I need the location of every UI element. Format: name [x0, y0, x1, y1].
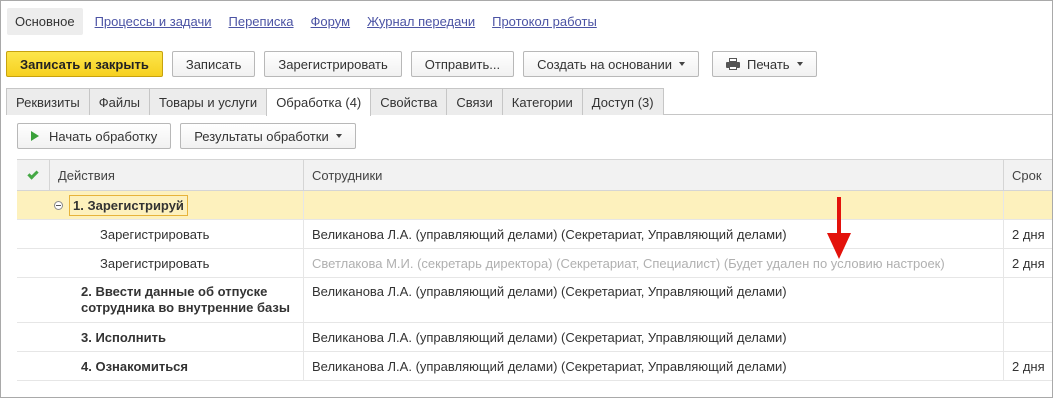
command-bar: Записать и закрыть Записать Зарегистриро…	[6, 51, 826, 77]
form-navigation: Основное Процессы и задачи Переписка Фор…	[7, 5, 614, 37]
employee-cell: Светлакова М.И. (секретарь директора) (С…	[304, 249, 1004, 277]
collapse-icon[interactable]	[54, 200, 63, 210]
start-processing-label: Начать обработку	[49, 128, 158, 144]
processing-toolbar: Начать обработку Результаты обработки	[17, 123, 365, 149]
action-cell: 4. Ознакомиться	[50, 352, 304, 380]
print-button[interactable]: Печать	[711, 51, 817, 77]
action-cell: Зарегистрировать	[50, 220, 304, 248]
processing-table: Действия Сотрудники Срок 1. Зарегистриру…	[17, 159, 1052, 381]
table-row[interactable]: Зарегистрировать Великанова Л.А. (управл…	[17, 220, 1052, 249]
chevron-down-icon	[335, 134, 342, 138]
employee-cell: Великанова Л.А. (управляющий делами) (Се…	[304, 278, 1004, 322]
tab-goods-services[interactable]: Товары и услуги	[149, 88, 268, 115]
tab-requisites[interactable]: Реквизиты	[6, 88, 90, 115]
start-processing-button[interactable]: Начать обработку	[17, 123, 172, 149]
action-cell: 1. Зарегистрируй	[69, 194, 188, 216]
arrow-down-icon	[827, 197, 851, 259]
table-row[interactable]: 4. Ознакомиться Великанова Л.А. (управля…	[17, 352, 1052, 381]
register-button[interactable]: Зарегистрировать	[264, 51, 402, 77]
chevron-down-icon	[678, 62, 685, 66]
tab-bar: Реквизиты Файлы Товары и услуги Обработк…	[6, 88, 664, 116]
processing-results-button[interactable]: Результаты обработки	[180, 123, 356, 149]
table-header: Действия Сотрудники Срок	[17, 159, 1052, 191]
tab-files[interactable]: Файлы	[88, 88, 151, 115]
deadline-cell: 2 дня	[1012, 358, 1045, 374]
deadline-cell	[1004, 278, 1052, 322]
deadline-cell	[1004, 323, 1052, 351]
nav-forum[interactable]: Форум	[311, 14, 351, 29]
header-deadline[interactable]: Срок	[1004, 160, 1052, 190]
play-icon	[31, 131, 39, 141]
tab-links[interactable]: Связи	[446, 88, 503, 115]
tab-categories[interactable]: Категории	[501, 88, 583, 115]
checkmark-icon	[27, 167, 39, 180]
chevron-down-icon	[796, 62, 803, 66]
tab-properties[interactable]: Свойства	[370, 88, 448, 115]
employee-cell	[304, 191, 1004, 219]
nav-processes[interactable]: Процессы и задачи	[95, 14, 212, 29]
nav-transfer-log[interactable]: Журнал передачи	[367, 14, 475, 29]
employee-cell: Великанова Л.А. (управляющий делами) (Се…	[304, 220, 1004, 248]
deadline-cell: 2 дня	[1012, 226, 1045, 242]
table-row[interactable]: 2. Ввести данные об отпуске сотрудника в…	[17, 278, 1052, 323]
nav-correspondence[interactable]: Переписка	[229, 14, 294, 29]
create-based-on-button[interactable]: Создать на основании	[523, 51, 699, 77]
action-cell: Зарегистрировать	[50, 249, 304, 277]
header-employees[interactable]: Сотрудники	[304, 160, 1004, 190]
header-check-column[interactable]	[17, 160, 50, 190]
send-button[interactable]: Отправить...	[410, 51, 515, 77]
deadline-cell: 2 дня	[1012, 255, 1045, 271]
table-row[interactable]: 3. Исполнить Великанова Л.А. (управляющи…	[17, 323, 1052, 352]
tab-processing[interactable]: Обработка (4)	[266, 88, 372, 116]
employee-cell: Великанова Л.А. (управляющий делами) (Се…	[304, 352, 1004, 380]
employee-cell: Великанова Л.А. (управляющий делами) (Се…	[304, 323, 1004, 351]
action-cell: 2. Ввести данные об отпуске сотрудника в…	[50, 278, 304, 322]
table-row[interactable]: Зарегистрировать Светлакова М.И. (секрет…	[17, 249, 1052, 278]
nav-work-log[interactable]: Протокол работы	[492, 14, 597, 29]
deadline-cell	[1004, 191, 1052, 219]
action-cell: 3. Исполнить	[50, 323, 304, 351]
save-and-close-button[interactable]: Записать и закрыть	[6, 51, 163, 77]
printer-icon	[725, 58, 740, 70]
table-row[interactable]: 1. Зарегистрируй	[17, 191, 1052, 220]
nav-main[interactable]: Основное	[7, 7, 83, 35]
processing-results-label: Результаты обработки	[194, 128, 329, 144]
header-actions[interactable]: Действия	[50, 160, 304, 190]
document-form: Основное Процессы и задачи Переписка Фор…	[0, 0, 1053, 398]
tab-access[interactable]: Доступ (3)	[581, 88, 664, 115]
create-based-on-label: Создать на основании	[537, 56, 672, 72]
print-label: Печать	[746, 56, 790, 72]
save-button[interactable]: Записать	[171, 51, 256, 77]
